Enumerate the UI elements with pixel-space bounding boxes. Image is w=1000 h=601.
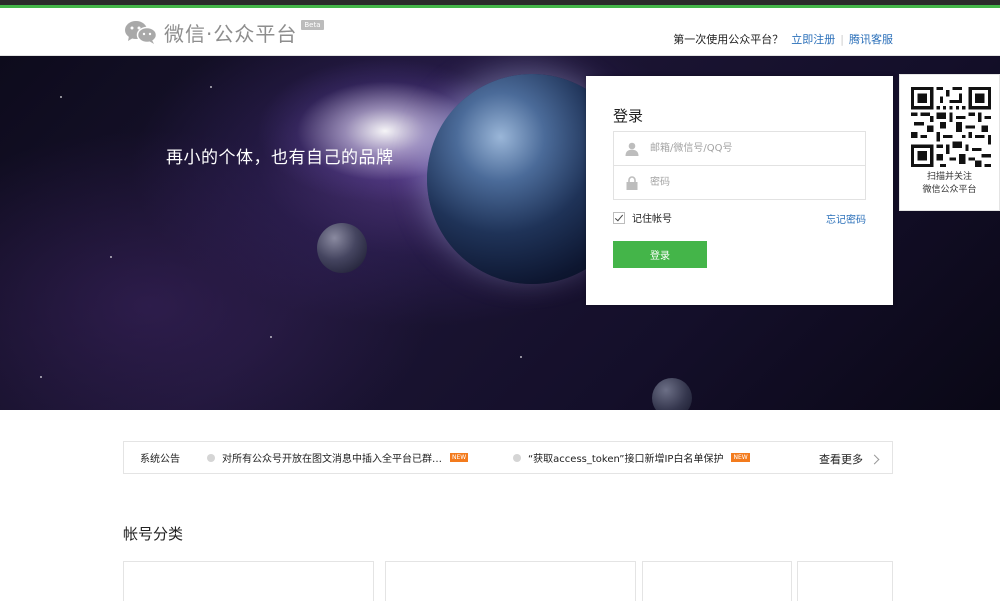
view-more-label[interactable]: 查看更多 [819, 451, 863, 467]
forgot-password-link[interactable]: 忘记密码 [826, 211, 866, 226]
account-category-card[interactable] [385, 561, 636, 601]
account-category-title: 帐号分类 [123, 525, 184, 543]
browser-top-strip [0, 0, 1000, 8]
remember-account[interactable]: 记住帐号 [613, 210, 672, 225]
beta-badge: Beta [301, 20, 324, 30]
notice-label: 系统公告 [140, 454, 180, 465]
star [520, 356, 522, 358]
star [60, 96, 62, 98]
chevron-right-icon [869, 454, 880, 464]
account-category-card[interactable] [797, 561, 893, 601]
notice-item[interactable]: 对所有公众号开放在图文消息中插入全平台已群… NEW [207, 450, 507, 465]
user-icon [614, 132, 650, 165]
new-badge: NEW [731, 453, 750, 462]
qr-caption-line2: 微信公众平台 [922, 185, 977, 195]
support-link[interactable]: 腾讯客服 [849, 31, 893, 47]
star [40, 376, 42, 378]
username-input[interactable] [650, 133, 850, 164]
qr-caption: 扫描并关注 微信公众平台 [900, 171, 999, 197]
register-link[interactable]: 立即注册 [791, 31, 835, 47]
username-field[interactable] [613, 131, 866, 166]
system-notice-bar: 系统公告 对所有公众号开放在图文消息中插入全平台已群… NEW “获取acces… [123, 441, 893, 474]
login-panel: 登录 记住帐号 忘记密码 登录 [586, 76, 893, 305]
login-button[interactable]: 登录 [613, 241, 707, 268]
qr-panel: 扫描并关注 微信公众平台 [899, 74, 1000, 211]
password-field[interactable] [613, 165, 866, 200]
star [270, 336, 272, 338]
star [110, 256, 112, 258]
header-separator: | [840, 32, 844, 46]
remember-checkbox[interactable] [613, 211, 625, 224]
site-header: 微信·公众平台 Beta 第一次使用公众平台？ 立即注册 | 腾讯客服 [0, 8, 1000, 56]
qr-code-image [911, 87, 991, 167]
password-input[interactable] [650, 167, 850, 198]
lock-icon [614, 166, 650, 199]
qr-caption-line1: 扫描并关注 [926, 172, 972, 182]
notice-text[interactable]: “获取access_token”接口新增IP白名单保护 [528, 450, 723, 465]
new-badge: NEW [450, 453, 469, 462]
account-category-card[interactable] [642, 561, 792, 601]
view-more-link[interactable]: 查看更多 [819, 451, 880, 467]
logo-text: 微信·公众平台 [164, 21, 298, 46]
bullet-dot-icon [513, 453, 521, 462]
wechat-bubbles-icon [124, 19, 158, 45]
account-category-card[interactable] [123, 561, 374, 601]
remember-label: 记住帐号 [632, 214, 672, 225]
wechat-logo[interactable]: 微信·公众平台 Beta [124, 18, 324, 46]
small-planet-image [317, 223, 367, 273]
banner-slogan: 再小的个体，也有自己的品牌 [166, 148, 394, 168]
bullet-dot-icon [207, 453, 215, 462]
first-time-question: 第一次使用公众平台？ [673, 33, 784, 46]
notice-item[interactable]: “获取access_token”接口新增IP白名单保护 NEW [513, 450, 750, 465]
header-links: 第一次使用公众平台？ 立即注册 | 腾讯客服 [673, 31, 893, 47]
star [210, 86, 212, 88]
login-title: 登录 [613, 107, 644, 125]
tiny-planet-image [652, 378, 692, 410]
notice-text[interactable]: 对所有公众号开放在图文消息中插入全平台已群… [222, 450, 442, 465]
